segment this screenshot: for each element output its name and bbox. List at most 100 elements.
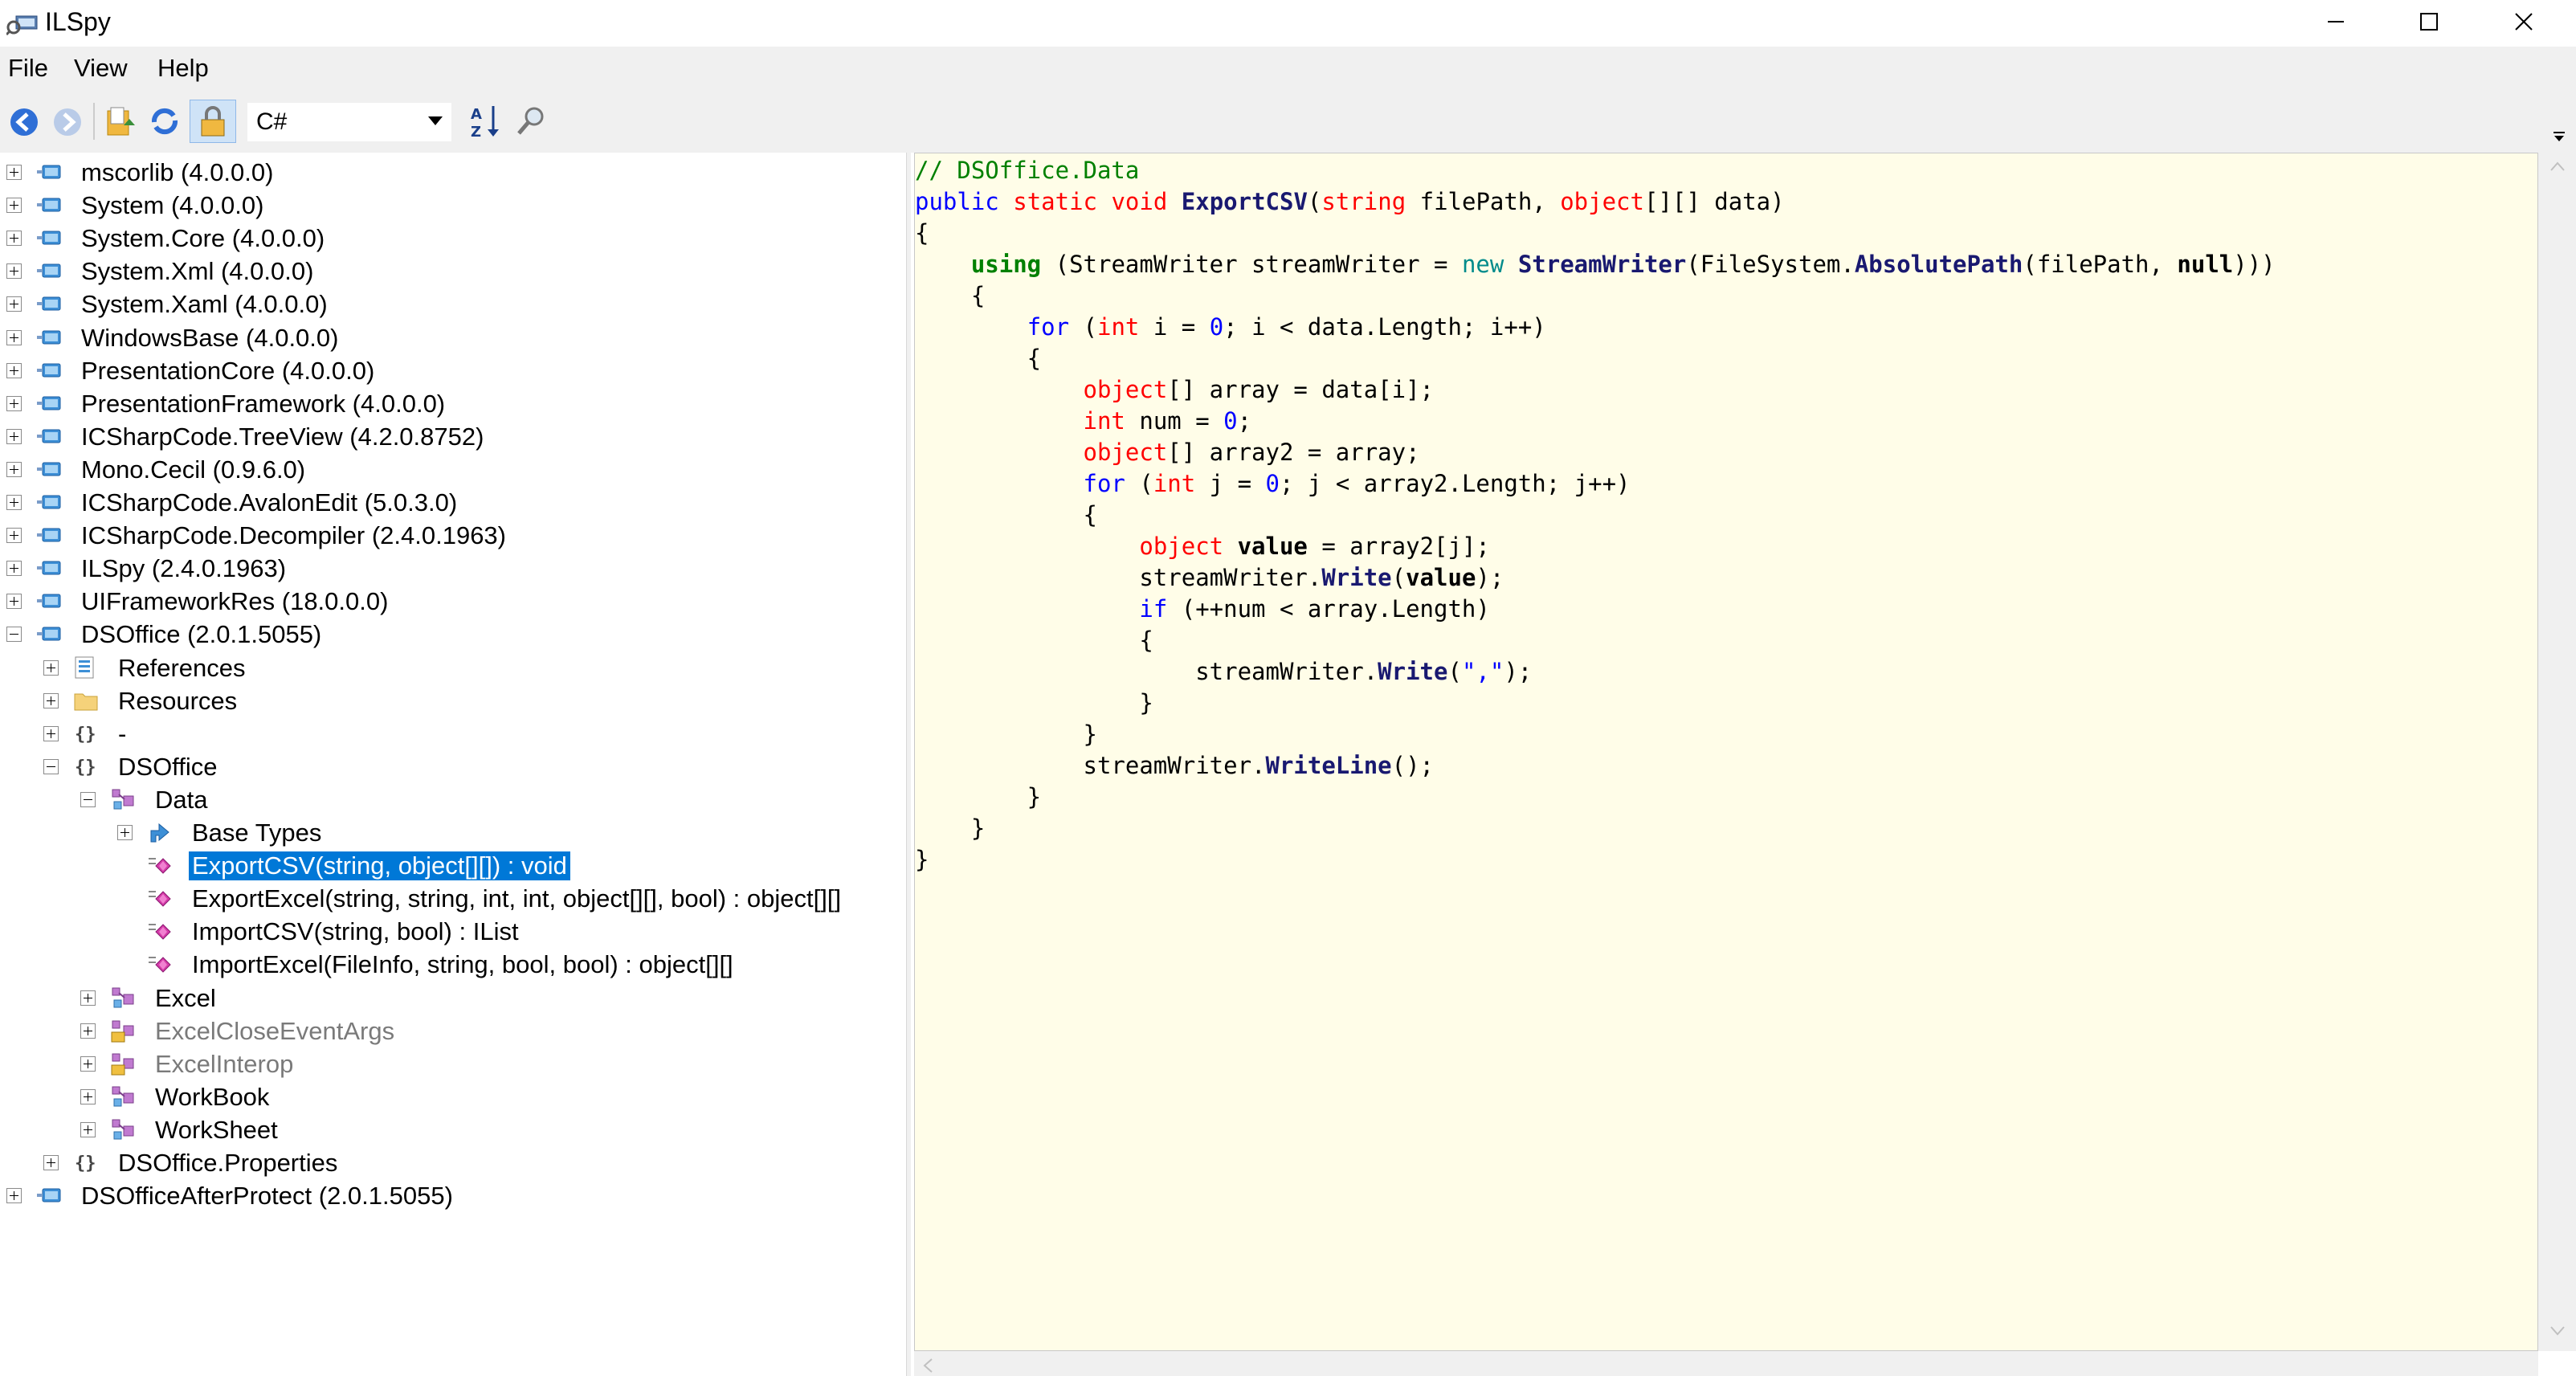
- tree-node[interactable]: UIFrameworkRes (18.0.0.0): [0, 585, 906, 617]
- assembly-icon: [37, 396, 61, 410]
- expand-icon[interactable]: [6, 561, 22, 577]
- scroll-left-icon[interactable]: [922, 1358, 933, 1374]
- close-button[interactable]: [2476, 0, 2569, 47]
- expand-icon[interactable]: [80, 1088, 96, 1104]
- tree-node[interactable]: WorkSheet: [0, 1113, 906, 1145]
- scroll-up-icon[interactable]: [2549, 161, 2566, 172]
- tree-node[interactable]: System.Xaml (4.0.0.0): [0, 288, 906, 320]
- maximize-button[interactable]: [2382, 0, 2476, 47]
- code-token: i =: [1139, 313, 1210, 341]
- expand-icon[interactable]: [43, 725, 59, 741]
- tree-node[interactable]: References: [0, 651, 906, 684]
- tree-node[interactable]: ExcelInterop: [0, 1047, 906, 1080]
- expand-icon[interactable]: [6, 198, 22, 214]
- tree-node[interactable]: System.Core (4.0.0.0): [0, 222, 906, 254]
- tree-node[interactable]: ImportExcel(FileInfo, string, bool, bool…: [0, 948, 906, 980]
- assembly-icon: [37, 594, 61, 608]
- tree-node[interactable]: {} DSOffice: [0, 750, 906, 782]
- code-line: // DSOffice.Data: [915, 155, 2276, 186]
- expand-icon[interactable]: [80, 1055, 96, 1072]
- search-icon[interactable]: [514, 104, 548, 138]
- tree-node[interactable]: Resources: [0, 684, 906, 717]
- tree-node[interactable]: ImportCSV(string, bool) : IList: [0, 915, 906, 947]
- language-select[interactable]: C#: [247, 103, 451, 141]
- expand-icon[interactable]: [43, 659, 59, 676]
- tree-node[interactable]: ICSharpCode.Decompiler (2.4.0.1963): [0, 519, 906, 551]
- tree-node[interactable]: DSOfficeAfterProtect (2.0.1.5055): [0, 1179, 906, 1211]
- pane-splitter[interactable]: [906, 153, 911, 1376]
- expand-icon[interactable]: [43, 1155, 59, 1170]
- tree-node-selected[interactable]: ExportCSV(string, object[][]) : void: [0, 849, 906, 881]
- expand-icon[interactable]: [6, 165, 22, 180]
- code-line: streamWriter.Write(",");: [915, 656, 2276, 688]
- code-line: streamWriter.Write(value);: [915, 562, 2276, 594]
- expand-icon[interactable]: [6, 528, 22, 544]
- internal-class-icon: [111, 1020, 134, 1043]
- tree-node[interactable]: mscorlib (4.0.0.0): [0, 156, 906, 188]
- tree-node[interactable]: WindowsBase (4.0.0.0): [0, 321, 906, 353]
- tree-node[interactable]: WorkBook: [0, 1080, 906, 1113]
- tree-node[interactable]: Excel: [0, 982, 906, 1014]
- tree-node[interactable]: {} DSOffice.Properties: [0, 1146, 906, 1178]
- tree-node[interactable]: System.Xml (4.0.0.0): [0, 255, 906, 287]
- tree-node[interactable]: DSOffice (2.0.1.5055): [0, 618, 906, 650]
- tree-node-label: ICSharpCode.Decompiler (2.4.0.1963): [81, 521, 506, 550]
- show-private-toggle[interactable]: [190, 100, 236, 143]
- open-icon[interactable]: [104, 104, 138, 138]
- expand-icon[interactable]: [117, 825, 133, 840]
- code-token: {: [915, 627, 1153, 654]
- svg-text:A: A: [471, 106, 482, 123]
- collapse-icon[interactable]: [80, 791, 96, 807]
- tree-node[interactable]: PresentationCore (4.0.0.0): [0, 354, 906, 386]
- menu-file[interactable]: File: [8, 54, 48, 83]
- tree-node[interactable]: PresentationFramework (4.0.0.0): [0, 387, 906, 419]
- tree-node[interactable]: Data: [0, 783, 906, 815]
- collapse-icon[interactable]: [6, 627, 22, 643]
- code-token: int: [1097, 313, 1140, 341]
- tree-node-label: System.Xml (4.0.0.0): [81, 257, 314, 286]
- code-token: );: [1504, 658, 1533, 685]
- minimize-button[interactable]: [2289, 0, 2382, 47]
- expand-icon[interactable]: [6, 296, 22, 312]
- back-icon[interactable]: [8, 106, 40, 138]
- tree-node[interactable]: {} -: [0, 717, 906, 749]
- menu-view[interactable]: View: [74, 54, 128, 83]
- expand-icon[interactable]: [6, 329, 22, 345]
- reload-icon[interactable]: [148, 104, 182, 138]
- collapse-icon[interactable]: [43, 758, 59, 774]
- expand-icon[interactable]: [6, 495, 22, 510]
- menu-help[interactable]: Help: [157, 54, 209, 83]
- expand-icon[interactable]: [6, 594, 22, 610]
- expand-icon[interactable]: [6, 362, 22, 378]
- tree-node[interactable]: Mono.Cecil (0.9.6.0): [0, 453, 906, 485]
- expand-icon[interactable]: [6, 428, 22, 444]
- tree-node[interactable]: ILSpy (2.4.0.1963): [0, 552, 906, 584]
- toolbar-overflow-icon[interactable]: [2551, 130, 2567, 143]
- expand-icon[interactable]: [6, 231, 22, 247]
- assembly-tree[interactable]: mscorlib (4.0.0.0) System (4.0.0.0) System…: [0, 153, 906, 1376]
- expand-icon[interactable]: [6, 263, 22, 280]
- tree-node[interactable]: ExcelCloseEventArgs: [0, 1015, 906, 1047]
- expand-icon[interactable]: [80, 990, 96, 1006]
- tree-node[interactable]: ICSharpCode.AvalonEdit (5.0.3.0): [0, 486, 906, 518]
- tree-node[interactable]: ExportExcel(string, string, int, int, ob…: [0, 882, 906, 914]
- expand-icon[interactable]: [80, 1121, 96, 1137]
- scroll-down-icon[interactable]: [2549, 1325, 2566, 1337]
- tree-node[interactable]: Base Types: [0, 816, 906, 848]
- expand-icon[interactable]: [6, 461, 22, 477]
- expand-icon[interactable]: [6, 1188, 22, 1204]
- tree-node[interactable]: System (4.0.0.0): [0, 189, 906, 221]
- code-line: using (StreamWriter streamWriter = new S…: [915, 249, 2276, 280]
- code-token: public: [915, 188, 999, 215]
- decompiled-code-view[interactable]: // DSOffice.Data public static void Expor…: [914, 153, 2538, 1351]
- expand-icon[interactable]: [43, 692, 59, 708]
- vertical-scrollbar[interactable]: [2538, 153, 2576, 1351]
- horizontal-scrollbar[interactable]: [914, 1351, 2538, 1376]
- code-token: }: [915, 846, 929, 873]
- expand-icon[interactable]: [80, 1023, 96, 1039]
- forward-icon[interactable]: [51, 106, 84, 138]
- expand-icon[interactable]: [6, 395, 22, 411]
- tree-node[interactable]: ICSharpCode.TreeView (4.2.0.8752): [0, 420, 906, 452]
- sort-icon[interactable]: A Z: [469, 103, 503, 140]
